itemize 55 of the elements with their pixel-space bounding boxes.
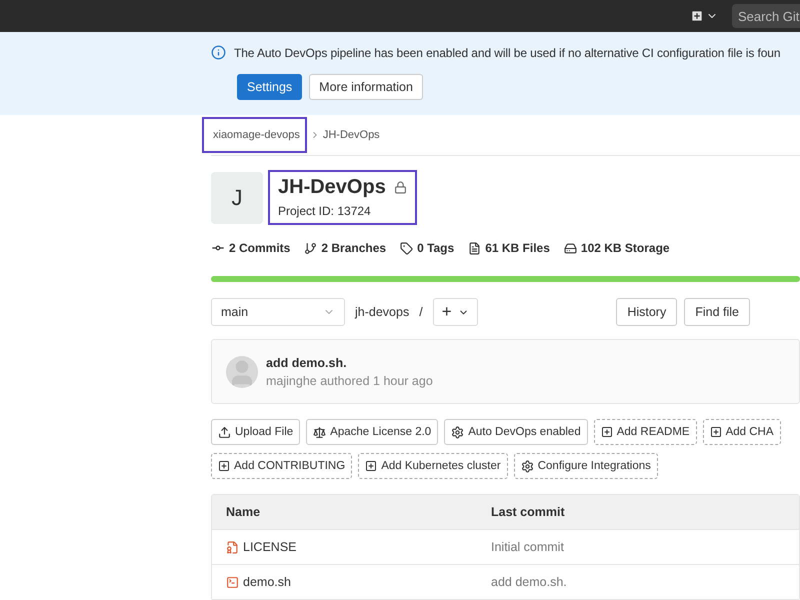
- search-field[interactable]: Search Git: [732, 4, 800, 28]
- stat-link[interactable]: 0 Tags: [400, 241, 454, 255]
- action-button[interactable]: Add README: [594, 419, 697, 445]
- column-header: Name: [226, 505, 262, 519]
- more-information-button[interactable]: More information: [309, 74, 423, 100]
- branch-dropdown[interactable]: main: [211, 298, 345, 326]
- plus-square-icon: [710, 426, 722, 438]
- action-button[interactable]: Add Kubernetes cluster: [358, 453, 508, 479]
- stat-link[interactable]: 2 Branches: [304, 241, 386, 255]
- gear-icon: [451, 426, 464, 438]
- plus-square-icon: [600, 426, 613, 438]
- commit-title: add demo.sh.: [266, 356, 348, 370]
- file-link[interactable]: demo.sh: [226, 575, 491, 589]
- avatar-icon: [226, 356, 258, 388]
- stat-link[interactable]: 61 KB Files: [468, 241, 550, 255]
- stat-link[interactable]: 102 KB Storage: [564, 241, 670, 255]
- storage-icon: [564, 242, 577, 254]
- terminal-file-icon: [226, 576, 239, 588]
- project-title: JH-DevOps: [278, 176, 386, 199]
- branch-icon: [304, 242, 318, 254]
- scale-icon: [313, 426, 326, 438]
- breadcrumb-link[interactable]: JH-DevOps: [322, 129, 380, 141]
- project-id: Project ID: 13724: [278, 204, 372, 218]
- breadcrumb-link[interactable]: xiaomage-devops: [202, 117, 307, 153]
- action-button[interactable]: Add CONTRIBUTING: [211, 453, 352, 479]
- action-button[interactable]: Apache License 2.0: [306, 419, 438, 445]
- path-separator: /: [419, 305, 423, 319]
- action-button[interactable]: Add CHA: [702, 419, 781, 445]
- info-icon: [211, 45, 226, 60]
- project-avatar: J: [211, 172, 263, 224]
- action-button[interactable]: Upload File: [211, 419, 300, 445]
- action-button[interactable]: Configure Integrations: [514, 453, 658, 479]
- plus-square-icon: [218, 460, 230, 472]
- plus-square-icon: [690, 9, 704, 23]
- table-cell-text: add demo.sh.: [491, 575, 568, 589]
- lock-icon: [394, 181, 407, 194]
- table-cell-text: Initial commit: [491, 540, 565, 554]
- file-link[interactable]: LICENSE: [226, 540, 491, 554]
- file-icon: [468, 242, 482, 254]
- tag-icon: [400, 242, 414, 254]
- action-button[interactable]: Auto DevOps enabled: [444, 419, 588, 445]
- new-menu-button[interactable]: [690, 9, 718, 23]
- plus-square-icon: [365, 460, 378, 472]
- settings-button[interactable]: Settings: [237, 74, 302, 100]
- column-header: Last commit: [491, 505, 566, 519]
- gear-icon: [520, 460, 534, 472]
- commit-meta: majinghe authored 1 hour ago: [266, 374, 433, 388]
- add-dropdown[interactable]: +: [432, 298, 478, 326]
- license-file-icon: [226, 540, 239, 554]
- stat-link[interactable]: 2 Commits: [211, 241, 290, 255]
- path-text: jh-devops: [355, 305, 410, 319]
- upload-icon: [218, 426, 231, 438]
- toolbar-button[interactable]: History: [616, 298, 678, 326]
- toolbar-button[interactable]: Find file: [684, 298, 750, 326]
- banner-message: The Auto DevOps pipeline has been enabled and will be used if no alternative CI configuration file is foun: [234, 46, 780, 60]
